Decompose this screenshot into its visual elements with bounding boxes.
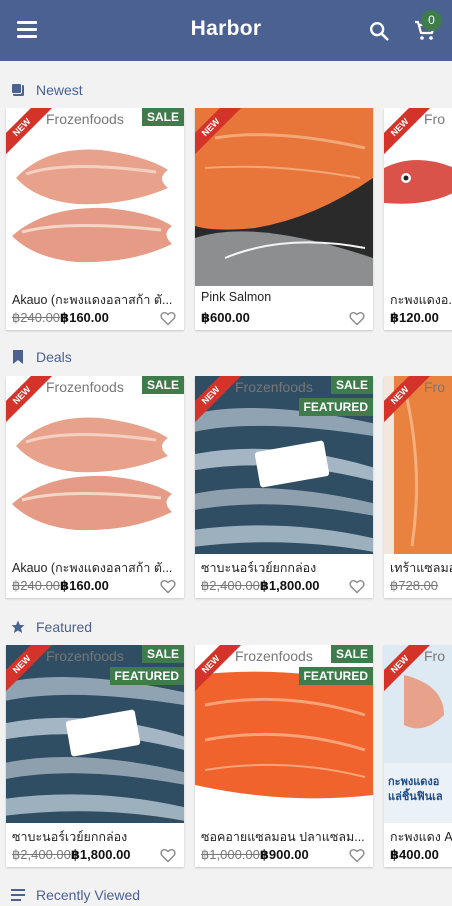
product-name: ซาบะนอร์เวย์ยกกล่อง [12, 830, 128, 844]
star-icon [10, 619, 26, 635]
brand-label: Frozenfoods [235, 648, 313, 664]
cart-count-badge: 0 [421, 10, 442, 31]
old-price: ฿240.00 [12, 578, 61, 593]
list-icon [10, 887, 26, 903]
product-prices: ฿600.00 [201, 310, 250, 326]
stack-icon [10, 82, 26, 98]
brand-label: Frozenfoods [46, 111, 124, 127]
sale-badge: SALE [330, 376, 373, 394]
product-card[interactable]: NEW Fro เทร้าแซลมอ... ฿728.00 [384, 376, 452, 598]
section-header-recently-viewed[interactable]: Recently Viewed [10, 884, 140, 906]
product-card[interactable]: NEW Frozenfoods SALE FEATURED ซอคอายแซลม… [195, 645, 373, 867]
product-card[interactable]: กะพงแดงอ แล่ชิ้นฟินเล NEW Fro กะพงแดง A.… [384, 645, 452, 867]
sale-badge: SALE [330, 645, 373, 663]
product-prices: ฿728.00 [390, 578, 438, 594]
brand-label: Frozenfoods [46, 379, 124, 395]
product-name: ซาบะนอร์เวย์ยกกล่อง [201, 561, 317, 575]
old-price: ฿1,000.00 [201, 847, 260, 862]
sale-badge: SALE [141, 645, 184, 663]
product-name: กะพงแดง A... [390, 830, 452, 844]
section-title: Featured [36, 619, 93, 635]
package-text: กะพงแดงอ แล่ชิ้นฟินเล [388, 776, 443, 803]
heart-icon[interactable] [160, 848, 176, 863]
product-prices: ฿2,400.00฿1,800.00 [12, 847, 131, 863]
heart-icon[interactable] [160, 579, 176, 594]
bookmark-icon [10, 349, 26, 365]
old-price: ฿240.00 [12, 310, 61, 325]
product-prices: ฿120.00 [390, 310, 439, 326]
featured-badge: FEATURED [109, 667, 184, 685]
old-price: ฿2,400.00 [201, 578, 260, 593]
old-price: ฿728.00 [390, 578, 439, 593]
product-image [195, 108, 373, 286]
brand-label: Fro [424, 648, 445, 664]
product-card[interactable]: NEW Frozenfoods SALE Akauo (กะพงแดงอลาสก… [6, 108, 184, 330]
product-name: ซอคอายแซลมอน ปลาแซลม... [201, 830, 365, 844]
section-header-deals[interactable]: Deals [10, 346, 72, 368]
heart-icon[interactable] [349, 311, 365, 326]
old-price: ฿2,400.00 [12, 847, 71, 862]
section-header-newest[interactable]: Newest [10, 79, 83, 101]
featured-badge: FEATURED [298, 667, 373, 685]
brand-label: Frozenfoods [235, 379, 313, 395]
brand-label: Fro [424, 379, 445, 395]
product-prices: ฿240.00฿160.00 [12, 310, 109, 326]
price: ฿1,800.00 [70, 847, 131, 862]
price: ฿1,800.00 [259, 578, 320, 593]
product-name: Pink Salmon [201, 290, 272, 304]
price: ฿900.00 [259, 847, 309, 862]
product-card[interactable]: NEW Frozenfoods SALE FEATURED ซาบะนอร์เว… [195, 376, 373, 598]
brand-label: Fro [424, 111, 445, 127]
product-name: กะพงแดงอ... [390, 293, 452, 307]
product-row-deals: NEW Frozenfoods SALE Akauo (กะพงแดงอลาสก… [0, 376, 452, 608]
price: ฿120.00 [390, 310, 439, 325]
product-prices: ฿2,400.00฿1,800.00 [201, 578, 320, 594]
product-prices: ฿240.00฿160.00 [12, 578, 109, 594]
featured-badge: FEATURED [298, 398, 373, 416]
section-title: Newest [36, 82, 83, 98]
product-card[interactable]: NEW Pink Salmon ฿600.00 [195, 108, 373, 330]
price: ฿600.00 [201, 310, 250, 325]
product-image [6, 376, 184, 554]
brand-label: Frozenfoods [46, 648, 124, 664]
product-prices: ฿400.00 [390, 847, 439, 863]
price: ฿400.00 [390, 847, 439, 862]
product-row-newest: NEW Frozenfoods SALE Akauo (กะพงแดงอลาสก… [0, 108, 452, 340]
product-card[interactable]: NEW Fro กะพงแดงอ... ฿120.00 [384, 108, 452, 330]
sale-badge: SALE [141, 376, 184, 394]
product-name: เทร้าแซลมอ... [390, 561, 452, 575]
search-icon[interactable] [368, 20, 390, 42]
heart-icon[interactable] [160, 311, 176, 326]
product-name: Akauo (กะพงแดงอลาสก้า ตั... [12, 561, 173, 575]
heart-icon[interactable] [349, 848, 365, 863]
app-bar: Harbor 0 [0, 0, 452, 61]
price: ฿160.00 [60, 310, 109, 325]
product-name: Akauo (กะพงแดงอลาสก้า ตั... [12, 293, 173, 307]
sale-badge: SALE [141, 108, 184, 126]
section-title: Deals [36, 349, 72, 365]
product-card[interactable]: NEW Frozenfoods SALE Akauo (กะพงแดงอลาสก… [6, 376, 184, 598]
product-card[interactable]: NEW Frozenfoods SALE FEATURED ซาบะนอร์เว… [6, 645, 184, 867]
price: ฿160.00 [60, 578, 109, 593]
section-header-featured[interactable]: Featured [10, 616, 92, 638]
product-prices: ฿1,000.00฿900.00 [201, 847, 309, 863]
heart-icon[interactable] [349, 579, 365, 594]
section-title: Recently Viewed [36, 887, 141, 903]
product-row-featured: NEW Frozenfoods SALE FEATURED ซาบะนอร์เว… [0, 645, 452, 877]
product-image [6, 108, 184, 286]
